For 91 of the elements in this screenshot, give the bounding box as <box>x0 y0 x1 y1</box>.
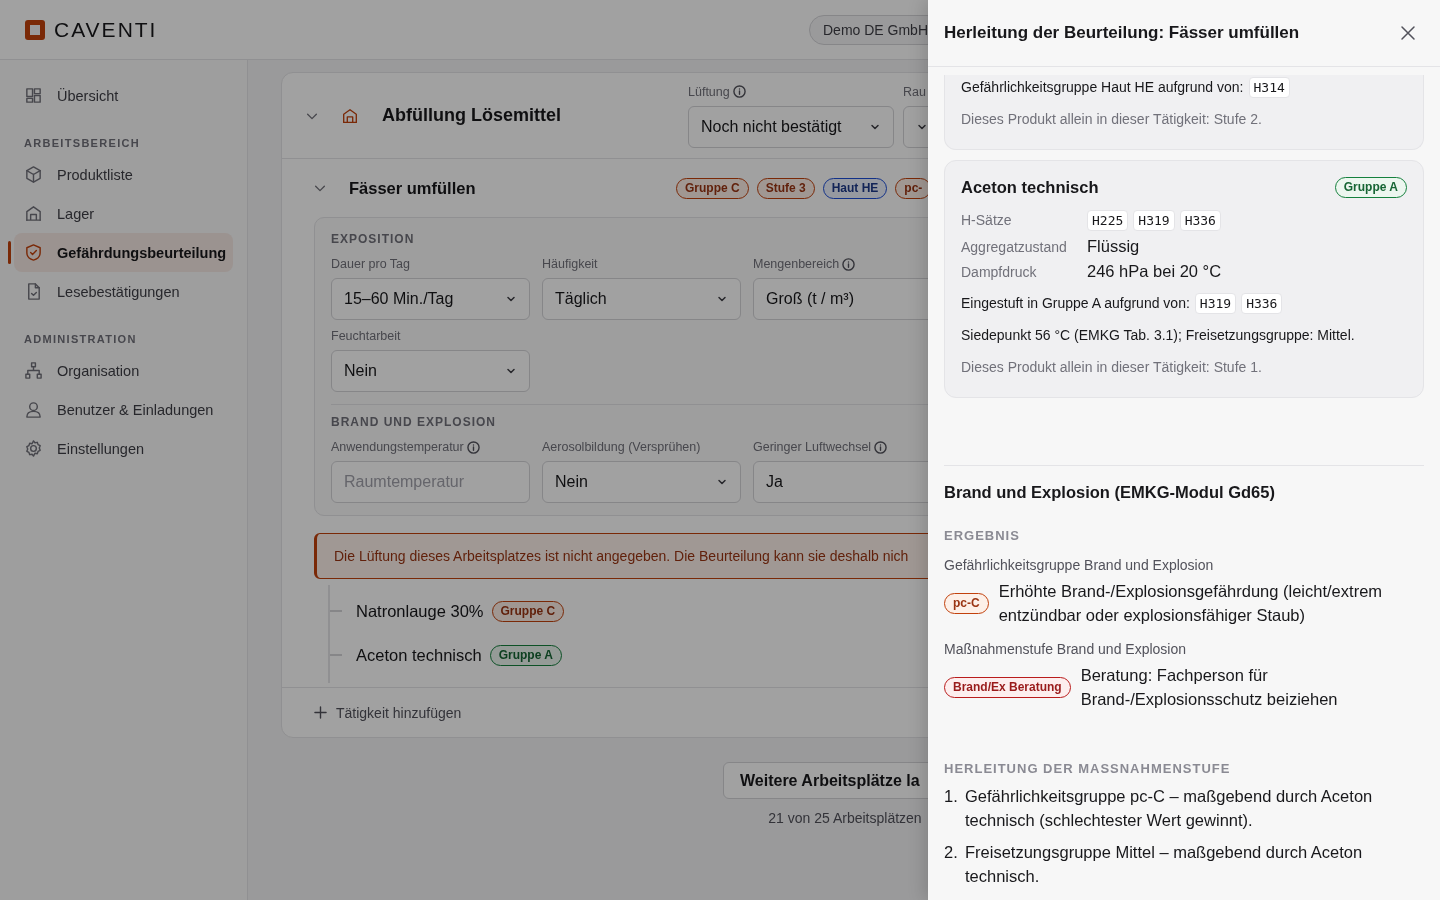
step-number: 2. <box>944 842 959 863</box>
hazard-code: H336 <box>1241 292 1283 314</box>
product-name: Aceton technisch <box>961 178 1099 197</box>
select-field[interactable]: Täglich <box>542 278 741 320</box>
org-chart-icon <box>24 361 43 380</box>
logo-text: CAVENTI <box>54 17 158 42</box>
detail-text: Siedepunkt 56 °C (EMKG Tab. 3.1); Freisetzungsgruppe: Mittel. <box>961 326 1356 345</box>
step-text: Freisetzungsgruppe Mittel – maßgebend durch Aceton technisch. <box>965 842 1364 887</box>
property-label: H-Sätze <box>961 211 1013 230</box>
section-title: Brand und Explosion (EMKG-Modul Gd65) <box>944 483 1276 502</box>
sidebar-item[interactable]: Lager <box>14 194 233 233</box>
sidebar-item[interactable]: Einstellungen <box>14 429 233 468</box>
close-icon <box>1400 25 1416 41</box>
hazard-code: H225 <box>1087 210 1129 231</box>
hazard-code: H319 <box>1194 292 1237 314</box>
warning-message: Die Lüftung dieses Arbeitsplatzes ist nicht angegeben. Die Beurteilung kann sie deshalb nich <box>314 533 928 579</box>
group-badge: pc-C <box>944 592 989 614</box>
shield-check-icon <box>24 243 43 262</box>
step-text: Gefährlichkeitsgruppe pc-C – maßgebend durch Aceton technisch (schlechtester Wert gewinnt). <box>965 786 1374 831</box>
reason-text: Gefährlichkeitsgruppe Haut HE aufgrund von: <box>961 79 1244 95</box>
field-label: Feuchtarbeit <box>331 329 401 343</box>
sidebar-item[interactable]: Lesebestätigungen <box>14 272 233 311</box>
property-label: Dampfdruck <box>961 263 1038 281</box>
box-icon <box>24 165 43 184</box>
result-text: Beratung: Fachperson für Brand-/Explosionsschutz beiziehen <box>1080 665 1339 710</box>
result-text: Erhöhte Brand-/Explosionsgefährdung (leicht/extrem entzündbar oder explosionsfähiger Staub) <box>998 581 1384 626</box>
field-label: Anwendungstemperatur <box>331 440 464 454</box>
select-field[interactable]: 15–60 Min./Tag <box>331 278 530 320</box>
select-field[interactable]: Nein <box>331 350 530 392</box>
field-label: Geringer Luftwechsel <box>753 440 872 454</box>
section-heading: ERGEBNIS <box>944 528 1021 543</box>
step-number: 1. <box>944 786 959 807</box>
sidebar-item[interactable]: Übersicht <box>14 76 233 115</box>
warehouse-icon <box>24 204 43 223</box>
field-label: Aerosolbildung (Versprühen) <box>542 440 701 454</box>
activity-title: Fässer umfüllen <box>349 178 476 198</box>
result-count: 21 von 25 Arbeitsplätzen <box>768 810 922 826</box>
group-badge: Stufe 3 <box>756 177 815 199</box>
property-label: Aggregatzustand <box>961 238 1068 256</box>
select-field[interactable]: Noch nicht bestätigt <box>688 105 894 148</box>
select-field[interactable]: Groß (t / m³) <box>753 278 928 320</box>
note-text: Dieses Produkt allein in dieser Tätigkeit: Stufe 2. <box>961 110 1263 129</box>
hazard-code: H314 <box>1248 76 1290 98</box>
input-field[interactable]: Ja <box>753 461 928 503</box>
product-name: Natronlauge 30% <box>356 601 484 621</box>
select-field[interactable]: Nein <box>542 461 741 503</box>
field-label: Mengenbereich <box>753 257 840 271</box>
group-badge: Gruppe C <box>491 600 565 622</box>
field-label: Häufigkeit <box>542 257 598 271</box>
property-value: 246 hPa bei 20 °C <box>1087 262 1223 281</box>
sidebar-item[interactable]: Benutzer & Einladungen <box>14 390 233 429</box>
user-icon <box>24 400 43 419</box>
group-badge: Gruppe C <box>676 177 749 199</box>
section-heading: HERLEITUNG DER MASSNAHMENSTUFE <box>944 761 1232 776</box>
info-icon <box>874 440 888 454</box>
close-button[interactable] <box>1400 25 1416 41</box>
organization-selector[interactable]: Demo DE GmbH <box>809 14 928 45</box>
reason-text: Eingestuft in Gruppe A aufgrund von: <box>961 295 1190 311</box>
panel-title: Herleitung der Beurteilung: Fässer umfüllen <box>944 23 1300 43</box>
section-heading: EXPOSITION <box>331 232 415 246</box>
group-badge: Brand/Ex Beratung <box>944 676 1071 698</box>
load-more-button[interactable]: Weitere Arbeitsplätze la <box>723 762 928 799</box>
group-badge: Gruppe A <box>489 644 562 666</box>
logo-mark-icon <box>24 18 46 41</box>
result-label: Maßnahmenstufe Brand und Explosion <box>944 641 1188 657</box>
field-label: Rau <box>903 84 926 99</box>
result-label: Gefährlichkeitsgruppe Brand und Explosion <box>944 557 1215 573</box>
info-icon <box>842 257 856 271</box>
info-icon <box>732 85 746 98</box>
gear-icon <box>24 439 43 458</box>
sidebar-item[interactable]: Organisation <box>14 351 233 390</box>
sidebar-item[interactable]: Produktliste <box>14 155 233 194</box>
section-heading: ADMINISTRATION <box>23 333 138 345</box>
property-value: Flüssig <box>1087 237 1141 256</box>
grid-icon <box>24 86 43 105</box>
warehouse-icon <box>341 106 359 125</box>
hazard-code: H319 <box>1133 210 1175 231</box>
field-label: Lüftung <box>688 84 730 99</box>
hazard-code: H336 <box>1179 210 1221 231</box>
section-heading: BRAND UND EXPLOSION <box>331 415 496 429</box>
workplace-title: Abfüllung Lösemittel <box>382 105 561 126</box>
product-name: Aceton technisch <box>356 645 482 665</box>
add-activity-button[interactable]: Tätigkeit hinzufügen <box>314 704 462 721</box>
note-text: Dieses Produkt allein in dieser Tätigkeit: Stufe 1. <box>961 358 1263 377</box>
group-badge: Haut HE <box>822 177 888 199</box>
field-label: Dauer pro Tag <box>331 257 410 271</box>
info-icon <box>466 440 480 454</box>
group-badge: pc- <box>895 177 928 199</box>
section-heading: ARBEITSBEREICH <box>23 137 141 149</box>
group-badge: Gruppe A <box>1334 177 1407 198</box>
plus-icon <box>314 706 327 719</box>
